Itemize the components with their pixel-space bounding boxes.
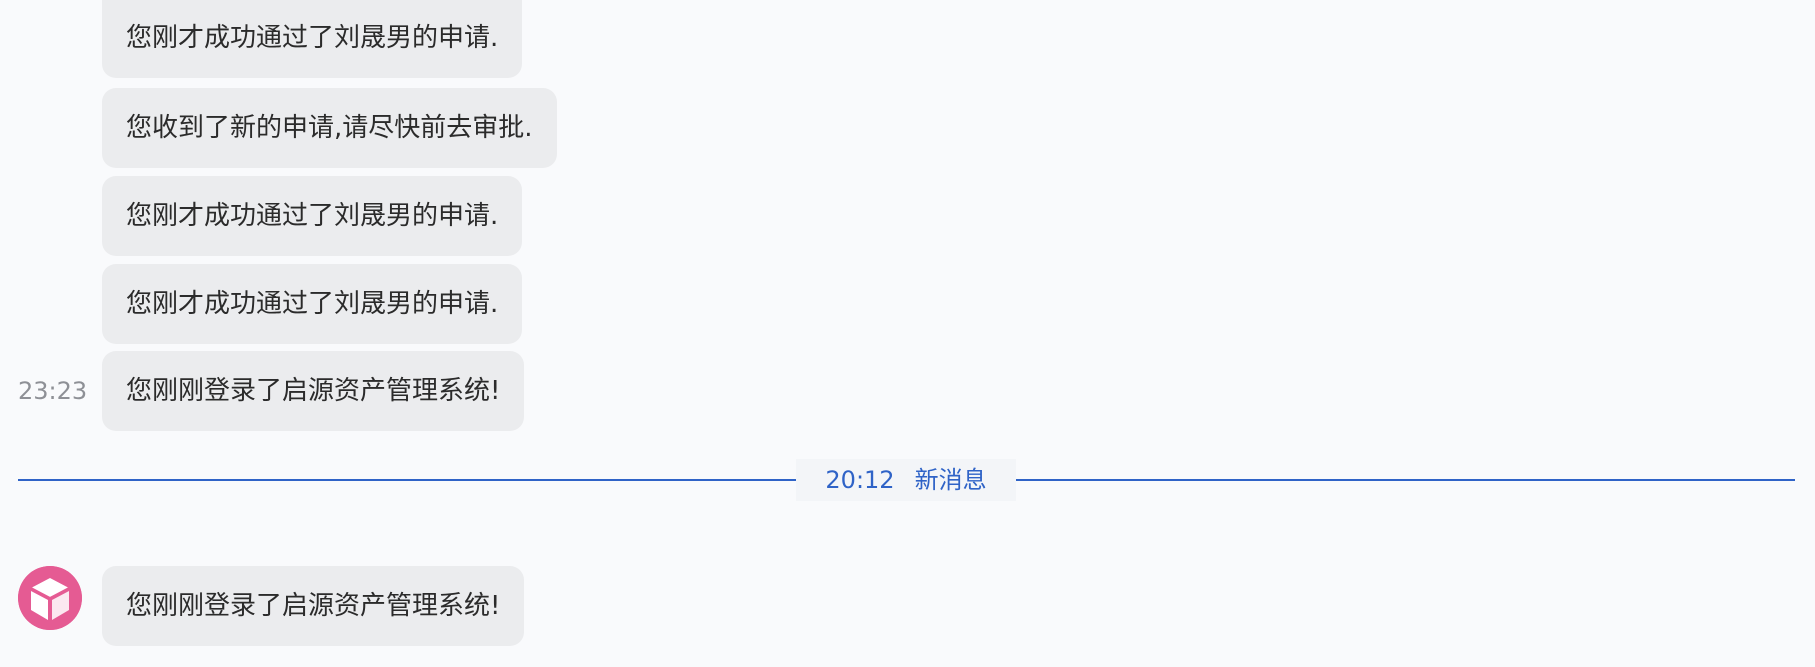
divider-label: 20:12 新消息 (796, 459, 1016, 501)
message-list: 您刚才成功通过了刘晟男的申请. 您收到了新的申请,请尽快前去审批. 您刚才成功通… (0, 0, 1815, 667)
divider-time: 20:12 (825, 466, 895, 494)
divider-line-right (1016, 479, 1795, 481)
message-bubble: 您刚才成功通过了刘晟男的申请. (102, 264, 523, 344)
message-row: 您刚刚登录了启源资产管理系统! (0, 566, 1815, 646)
message-bubble: 您刚刚登录了启源资产管理系统! (102, 351, 525, 431)
message-bubble: 您刚才成功通过了刘晟男的申请. (102, 176, 523, 256)
message-row: 您刚才成功通过了刘晟男的申请. (0, 176, 1815, 256)
message-row: 您刚才成功通过了刘晟男的申请. (0, 264, 1815, 344)
message-bubble: 您刚刚登录了启源资产管理系统! (102, 566, 525, 646)
message-row: 您收到了新的申请,请尽快前去审批. (0, 88, 1815, 168)
divider-text: 新消息 (914, 466, 987, 494)
message-bubble: 您刚才成功通过了刘晟男的申请. (102, 0, 523, 78)
new-messages-divider: 20:12 新消息 (18, 459, 1795, 501)
message-timestamp: 23:23 (18, 377, 88, 405)
message-row: 您刚才成功通过了刘晟男的申请. (0, 0, 1815, 80)
message-bubble: 您收到了新的申请,请尽快前去审批. (102, 88, 557, 168)
divider-line-left (18, 479, 796, 481)
message-row: 23:23 您刚刚登录了启源资产管理系统! (0, 351, 1815, 431)
